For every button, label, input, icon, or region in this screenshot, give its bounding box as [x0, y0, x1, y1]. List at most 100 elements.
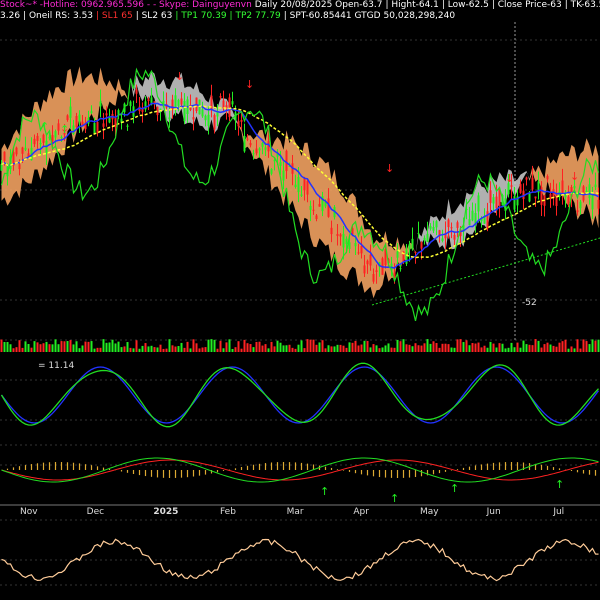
volume-bar	[450, 347, 453, 352]
candle-body	[567, 196, 570, 205]
volume-bar	[174, 346, 177, 352]
volume-bar	[270, 341, 273, 352]
volume-bar	[594, 340, 597, 352]
volume-bar	[54, 339, 57, 352]
macd-histogram-bar	[162, 470, 165, 478]
candle-body	[342, 233, 345, 248]
volume-bar	[66, 341, 69, 352]
volume-bar	[258, 341, 261, 352]
volume-bar	[129, 347, 132, 352]
volume-bar	[261, 345, 264, 352]
volume-bar	[57, 344, 60, 352]
macd-histogram-bar	[30, 464, 33, 470]
volume-bar	[303, 348, 306, 352]
volume-bar	[162, 348, 165, 352]
candle-body	[258, 148, 261, 151]
volume-bar	[411, 346, 414, 352]
sell-arrow-icon: ↓	[245, 78, 254, 91]
macd-histogram-bar	[486, 463, 489, 470]
candle-body	[330, 227, 333, 235]
candle-body	[99, 101, 102, 107]
candle-body	[363, 265, 366, 274]
volume-bar	[453, 347, 456, 352]
candle-body	[270, 168, 273, 174]
candle-body	[447, 219, 450, 228]
candle-body	[531, 177, 534, 190]
candle-body	[273, 160, 276, 162]
volume-bar	[171, 345, 174, 352]
candle-body	[264, 147, 267, 150]
volume-bar	[384, 345, 387, 352]
volume-bar	[138, 348, 141, 352]
macd-histogram-bar	[126, 470, 129, 473]
macd-histogram-bar	[120, 470, 123, 472]
volume-bar	[114, 343, 117, 352]
volume-bar	[483, 345, 486, 352]
volume-bar	[282, 345, 285, 352]
macd-histogram-bar	[516, 462, 519, 470]
volume-bar	[264, 344, 267, 352]
volume-bar	[48, 344, 51, 352]
volume-bar	[474, 343, 477, 352]
candle-body	[489, 190, 492, 203]
candle-body	[231, 101, 234, 105]
candle-body	[255, 148, 258, 154]
candle-body	[168, 117, 171, 120]
volume-bar	[267, 348, 270, 352]
candle-body	[429, 226, 432, 229]
macd-histogram-bar	[390, 470, 393, 478]
macd-histogram-bar	[234, 468, 237, 470]
candle-body	[261, 142, 264, 147]
volume-bar	[108, 342, 111, 352]
macd-histogram-bar	[138, 470, 141, 476]
macd-histogram-bar	[414, 470, 417, 478]
candle-body	[495, 196, 498, 209]
candle-body	[192, 117, 195, 120]
volume-bar	[168, 339, 171, 352]
volume-bar	[540, 347, 543, 352]
x-tick-label: Jun	[486, 507, 501, 517]
candle-body	[369, 254, 372, 266]
candle-body	[204, 115, 207, 121]
volume-bar	[252, 347, 255, 352]
macd-histogram-bar	[294, 462, 297, 470]
candle-body	[213, 115, 216, 130]
volume-bar	[222, 348, 225, 352]
candle-body	[51, 135, 54, 142]
candle-body	[282, 170, 285, 181]
macd-histogram-bar	[144, 470, 147, 477]
cloud-segment	[94, 82, 98, 121]
volume-bar	[432, 341, 435, 352]
macd-histogram-bar	[558, 468, 561, 470]
volume-bar	[471, 343, 474, 352]
candle-body	[72, 125, 75, 134]
macd-histogram-bar	[462, 467, 465, 470]
candle-body	[360, 246, 363, 254]
macd-histogram-bar	[420, 470, 423, 477]
volume-bar	[294, 348, 297, 352]
x-tick-label: Mar	[287, 507, 304, 517]
macd-histogram-bar	[330, 467, 333, 470]
candle-body	[510, 185, 513, 187]
macd-histogram-bar	[300, 462, 303, 470]
oscillator-k-line	[0, 366, 600, 424]
volume-bar	[501, 343, 504, 352]
candle-body	[396, 251, 399, 258]
volume-bar	[543, 344, 546, 352]
macd-histogram-bar	[306, 463, 309, 470]
candle-body	[249, 143, 252, 146]
candle-body	[453, 234, 456, 240]
candle-body	[297, 177, 300, 193]
sell-arrow-icon: ↓	[505, 172, 514, 185]
candle-body	[279, 162, 282, 166]
volume-bar	[72, 344, 75, 352]
volume-bar	[549, 344, 552, 352]
volume-bar	[429, 343, 432, 352]
macd-histogram-bar	[360, 470, 363, 475]
volume-bar	[519, 347, 522, 352]
macd-histogram-bar	[474, 465, 477, 470]
volume-bar	[30, 347, 33, 352]
volume-bar	[249, 344, 252, 352]
oscillator-legend: = 11.14	[38, 361, 74, 371]
volume-bar	[9, 344, 12, 352]
